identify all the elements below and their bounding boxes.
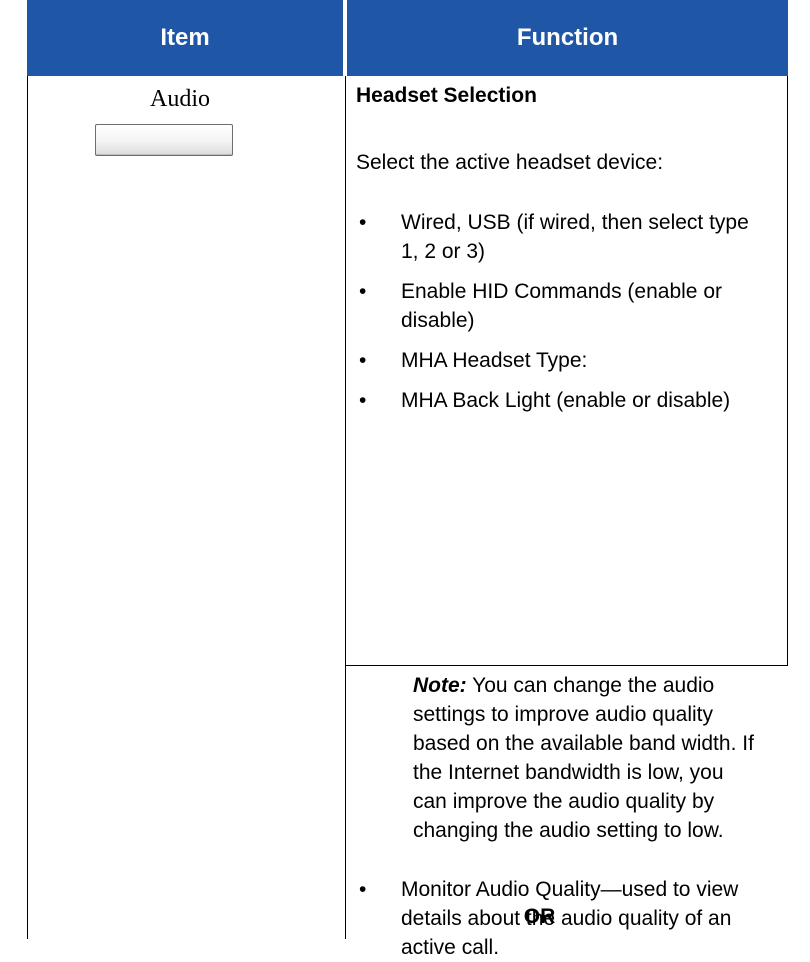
- bullet-icon: •: [359, 389, 367, 412]
- note-paragraph: Note: You can change the audio settings …: [413, 671, 758, 845]
- note-text: You can change the audio settings to imp…: [413, 674, 754, 842]
- headset-options-list: • Wired, USB (if wired, then select type …: [356, 208, 756, 426]
- list-item: • Enable HID Commands (enable or disable): [356, 277, 756, 335]
- function-intro: Select the active headset device:: [356, 151, 664, 174]
- list-item: • MHA Headset Type:: [356, 346, 756, 375]
- bullet-icon: •: [359, 280, 367, 303]
- column-header-item: Item: [27, 0, 343, 76]
- function-heading: Headset Selection: [356, 84, 537, 107]
- list-item: • MHA Back Light (enable or disable): [356, 386, 756, 415]
- audio-softkey-button[interactable]: [95, 124, 233, 156]
- row-divider: [345, 665, 788, 666]
- bullet-icon: •: [359, 878, 367, 901]
- or-separator-text: OR: [523, 905, 556, 928]
- column-header-function: Function: [347, 0, 788, 76]
- column-divider: [345, 76, 346, 939]
- bullet-icon: •: [359, 211, 367, 234]
- item-label-audio: Audio: [150, 86, 210, 112]
- note-label: Note:: [413, 674, 467, 697]
- bullet-icon: •: [359, 349, 367, 372]
- list-item: • Wired, USB (if wired, then select type …: [356, 208, 756, 266]
- table-border-left: [27, 76, 28, 939]
- table-border-right: [787, 76, 788, 665]
